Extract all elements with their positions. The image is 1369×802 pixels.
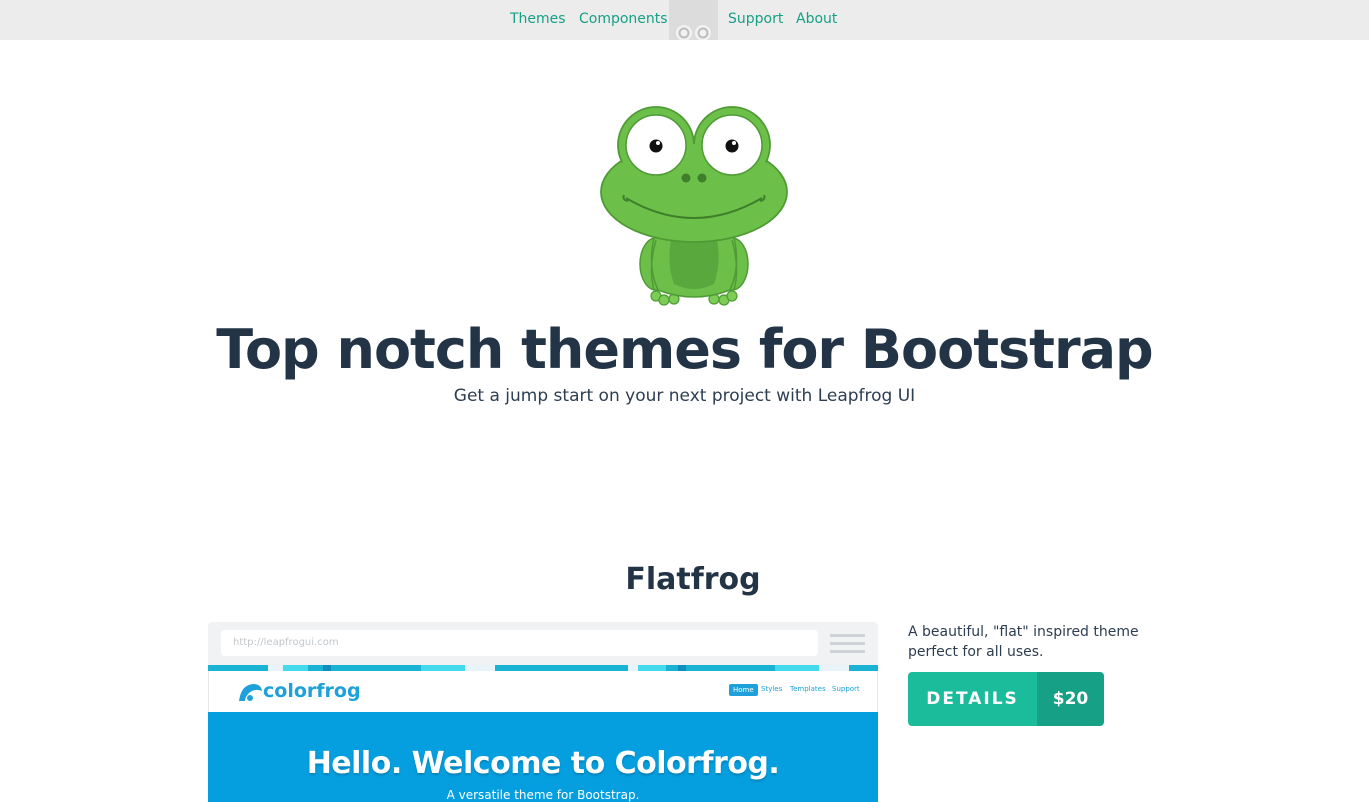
preview-hero-subtitle: A versatile theme for Bootstrap. bbox=[446, 788, 640, 802]
preview-browser-chrome: http://leapfrogui.com bbox=[208, 622, 878, 665]
nav-support-link[interactable]: Support bbox=[728, 11, 783, 27]
top-nav: Themes Components Support About bbox=[0, 0, 1369, 41]
theme-preview[interactable]: http://leapfrogui.com colorfrog Home Sty… bbox=[208, 622, 878, 802]
hero-title: Top notch themes for Bootstrap bbox=[216, 318, 1153, 381]
preview-nav-support: Support bbox=[832, 685, 860, 693]
details-button[interactable]: DETAILS $20 bbox=[908, 672, 1104, 726]
preview-url-bar: http://leapfrogui.com bbox=[221, 630, 818, 656]
nav-about-link[interactable]: About bbox=[796, 11, 837, 27]
nav-themes-link[interactable]: Themes bbox=[510, 11, 566, 27]
preview-hero-title: Hello. Welcome to Colorfrog. bbox=[306, 746, 780, 781]
frog-mascot-icon bbox=[600, 106, 788, 306]
nav-components-link[interactable]: Components bbox=[579, 11, 668, 27]
hero-subtitle: Get a jump start on your next project wi… bbox=[453, 386, 916, 406]
details-label[interactable]: DETAILS bbox=[908, 672, 1037, 726]
price-label[interactable]: $20 bbox=[1037, 672, 1104, 726]
theme-title: Flatfrog bbox=[625, 562, 761, 597]
preview-brand-name: colorfrog bbox=[263, 680, 361, 702]
nav-home-logo[interactable] bbox=[669, 0, 718, 41]
colorfrog-logo-icon bbox=[239, 684, 262, 701]
preview-hero: Hello. Welcome to Colorfrog. A versatile… bbox=[208, 712, 878, 802]
preview-site-header: colorfrog Home Styles Templates Support bbox=[208, 671, 878, 712]
preview-nav-home: Home bbox=[729, 684, 758, 696]
preview-nav-styles: Styles bbox=[761, 685, 783, 693]
hamburger-menu-icon bbox=[830, 634, 865, 654]
frog-eyes-icon bbox=[676, 25, 711, 41]
preview-nav-templates: Templates bbox=[790, 685, 826, 693]
theme-description: A beautiful, "flat" inspired theme perfe… bbox=[908, 624, 1139, 660]
